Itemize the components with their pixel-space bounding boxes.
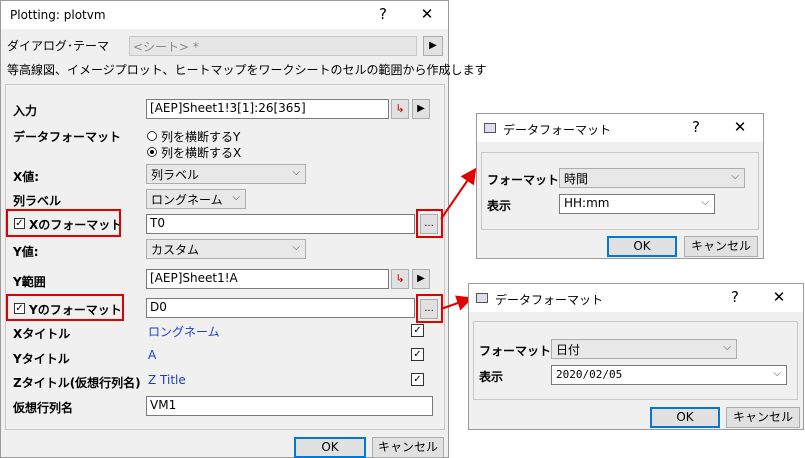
y-values-selected: カスタム xyxy=(151,243,200,257)
x-values-selected: 列ラベル xyxy=(151,168,200,182)
data-format-label: データフォーマット xyxy=(13,130,122,144)
x-format-highlight xyxy=(6,209,121,237)
format-label: フォーマット xyxy=(479,344,552,358)
chevron-down-icon: ⌵ xyxy=(773,368,781,379)
format-select[interactable]: 日付 ⌵ xyxy=(551,339,737,359)
plotting-dialog: Plotting: plotvm ? ✕ ダイアログ･テーマ <シート> * ▶… xyxy=(0,0,487,458)
ok-button[interactable]: OK xyxy=(650,407,720,428)
column-label-selected: ロングネーム xyxy=(151,193,223,207)
y-title-checkbox[interactable]: ✓ xyxy=(411,348,424,361)
y-format-field[interactable]: D0 xyxy=(146,298,415,318)
input-menu-button[interactable]: ▶ xyxy=(412,99,430,119)
y-title-label: Yタイトル xyxy=(13,352,70,366)
x-values-select[interactable]: 列ラベル ⌵ xyxy=(146,164,306,184)
radio-x-label: 列を横断するX xyxy=(161,146,242,160)
format-group xyxy=(481,152,759,230)
y-range-menu-button[interactable]: ▶ xyxy=(412,269,430,289)
x-title-value[interactable]: ロングネーム xyxy=(148,323,220,340)
y-title-value[interactable]: A xyxy=(148,348,156,362)
range-select-icon: ↳ xyxy=(395,272,405,285)
range-select-button[interactable]: ↳ xyxy=(391,99,409,119)
format-group xyxy=(473,321,798,400)
theme-label: ダイアログ･テーマ xyxy=(7,39,110,53)
title-bar: データフォーマット ? ✕ xyxy=(477,114,763,142)
chevron-down-icon: ⌵ xyxy=(731,171,739,182)
x-format-field[interactable]: T0 xyxy=(146,214,415,234)
app-icon xyxy=(484,123,496,133)
play-icon: ▶ xyxy=(417,273,425,284)
z-title-value[interactable]: Z Title xyxy=(148,373,186,387)
display-label: 表示 xyxy=(479,370,504,384)
ok-button[interactable]: OK xyxy=(294,437,366,458)
close-button[interactable]: ✕ xyxy=(769,288,789,306)
chevron-down-icon: ⌵ xyxy=(723,342,731,353)
column-label-label: 列ラベル xyxy=(13,194,62,208)
radio-x-across-columns[interactable] xyxy=(147,147,157,157)
data-format-dialog-time: データフォーマット ? ✕ フォーマット 時間 ⌵ 表示 HH:mm ⌵ OK … xyxy=(476,113,764,259)
y-values-select[interactable]: カスタム ⌵ xyxy=(146,239,306,259)
play-icon: ▶ xyxy=(429,40,437,51)
range-select-icon: ↳ xyxy=(395,102,405,115)
title-bar: データフォーマット ? ✕ xyxy=(469,284,803,312)
cancel-button[interactable]: キャンセル xyxy=(684,236,758,257)
x-title-label: Xタイトル xyxy=(13,327,71,341)
display-selected: HH:mm xyxy=(564,196,610,210)
virtual-matrix-field[interactable]: VM1 xyxy=(146,396,433,416)
chevron-down-icon: ⌵ xyxy=(232,192,240,203)
radio-y-label: 列を横断するY xyxy=(161,130,241,144)
x-format-browse-highlight xyxy=(416,209,443,238)
y-range-field[interactable]: [AEP]Sheet1!A xyxy=(146,269,389,289)
display-select[interactable]: 2020/02/05 ⌵ xyxy=(551,365,787,385)
radio-y-across-columns[interactable] xyxy=(147,131,157,141)
window-title: Plotting: plotvm xyxy=(10,8,106,22)
column-label-select[interactable]: ロングネーム ⌵ xyxy=(146,189,246,209)
display-selected: 2020/02/05 xyxy=(556,368,623,381)
theme-field[interactable]: <シート> * xyxy=(129,36,417,56)
title-bar: Plotting: plotvm ? ✕ xyxy=(1,1,448,29)
app-icon xyxy=(476,293,488,303)
format-label: フォーマット xyxy=(487,173,560,187)
z-title-checkbox[interactable]: ✓ xyxy=(411,373,424,386)
display-select[interactable]: HH:mm ⌵ xyxy=(559,194,715,214)
z-title-label: Zタイトル(仮想行列名) xyxy=(13,376,141,390)
help-button[interactable]: ? xyxy=(686,118,706,136)
y-format-highlight xyxy=(6,294,124,321)
cancel-button[interactable]: キャンセル xyxy=(726,407,800,428)
close-button[interactable]: ✕ xyxy=(417,5,437,23)
input-range-field[interactable]: [AEP]Sheet1!3[1]:26[365] xyxy=(146,99,389,119)
help-button[interactable]: ? xyxy=(373,5,393,23)
x-title-checkbox[interactable]: ✓ xyxy=(411,324,424,337)
close-button[interactable]: ✕ xyxy=(730,118,750,136)
dialog-title: データフォーマット xyxy=(503,123,612,137)
y-range-label: Y範囲 xyxy=(13,275,46,289)
chevron-down-icon: ⌵ xyxy=(292,242,300,253)
input-label: 入力 xyxy=(13,104,38,118)
y-values-label: Y値: xyxy=(13,245,39,259)
y-format-browse-highlight xyxy=(416,294,443,323)
display-label: 表示 xyxy=(487,199,512,213)
chevron-down-icon: ⌵ xyxy=(701,197,709,208)
theme-menu-button[interactable]: ▶ xyxy=(423,36,443,56)
y-range-select-button[interactable]: ↳ xyxy=(391,269,409,289)
help-button[interactable]: ? xyxy=(725,288,745,306)
format-selected: 日付 xyxy=(556,343,581,357)
dialog-title: データフォーマット xyxy=(495,293,604,307)
format-select[interactable]: 時間 ⌵ xyxy=(559,168,745,188)
x-values-label: X値: xyxy=(13,170,40,184)
chevron-down-icon: ⌵ xyxy=(292,167,300,178)
play-icon: ▶ xyxy=(417,103,425,114)
data-format-dialog-date: データフォーマット ? ✕ フォーマット 日付 ⌵ 表示 2020/02/05 … xyxy=(468,283,804,430)
ok-button[interactable]: OK xyxy=(607,236,677,257)
cancel-button[interactable]: キャンセル xyxy=(372,437,444,458)
description-text: 等高線図、イメージプロット、ヒートマップをワークシートのセルの範囲から作成します xyxy=(7,63,487,77)
format-selected: 時間 xyxy=(564,172,589,186)
virtual-matrix-label: 仮想行列名 xyxy=(13,401,74,415)
